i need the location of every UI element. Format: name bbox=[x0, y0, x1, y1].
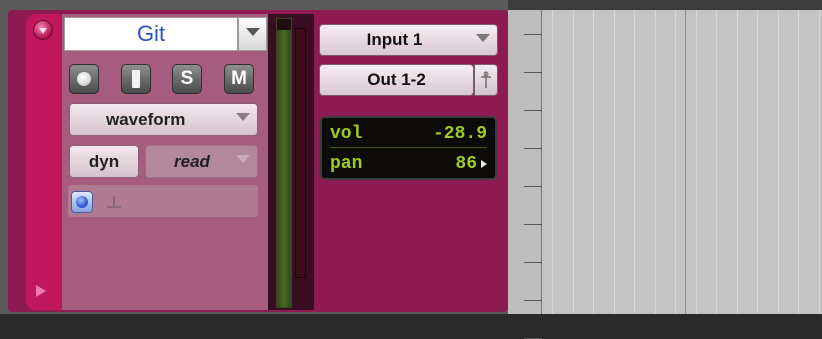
output-selector[interactable]: Out 1-2 bbox=[319, 64, 474, 96]
grid-line bbox=[552, 10, 553, 315]
ruler-tick bbox=[524, 148, 542, 149]
timeline-ruler bbox=[508, 10, 542, 339]
track-playlist-area[interactable] bbox=[542, 10, 822, 315]
solo-button[interactable]: S bbox=[172, 64, 202, 94]
level-meter-right bbox=[295, 28, 306, 278]
volume-pan-display[interactable]: vol -28.9 pan 86 bbox=[320, 116, 497, 180]
ruler-tick bbox=[524, 72, 542, 73]
input-monitor-icon bbox=[132, 70, 140, 88]
chevron-down-icon bbox=[236, 155, 250, 163]
pin-icon[interactable] bbox=[104, 193, 124, 213]
grid-line bbox=[737, 10, 738, 315]
chevron-down-icon bbox=[476, 34, 490, 42]
grid-line bbox=[757, 10, 758, 315]
grid-line bbox=[655, 10, 656, 315]
track-color-strip[interactable] bbox=[26, 14, 62, 310]
track-name-field[interactable]: Git bbox=[64, 17, 238, 51]
monitor-area bbox=[68, 185, 258, 217]
level-meter-fill bbox=[277, 30, 291, 307]
collapse-icon[interactable] bbox=[33, 20, 53, 40]
grid-line bbox=[573, 10, 574, 315]
ruler-tick bbox=[524, 186, 542, 187]
record-enable-button[interactable] bbox=[69, 64, 99, 94]
grid-line bbox=[675, 10, 676, 315]
grid-line bbox=[614, 10, 615, 315]
expand-triangle-icon[interactable] bbox=[36, 285, 46, 297]
output-pin-button[interactable] bbox=[474, 64, 498, 96]
pan-row[interactable]: pan 86 bbox=[330, 151, 487, 177]
grid-line-major bbox=[685, 10, 686, 315]
volume-value: -28.9 bbox=[432, 124, 487, 144]
dyn-button[interactable]: dyn bbox=[69, 145, 139, 178]
mute-button[interactable]: M bbox=[224, 64, 254, 94]
input-monitor-icon bbox=[76, 196, 88, 208]
input-monitor-button[interactable] bbox=[121, 64, 151, 94]
volume-label: vol bbox=[330, 124, 363, 144]
ruler-tick bbox=[524, 224, 542, 225]
track-row: Git S M waveform dyn read Input 1 Out 1-… bbox=[0, 0, 822, 339]
pan-value: 86 bbox=[455, 154, 477, 174]
record-enable-icon bbox=[77, 72, 91, 86]
pin-icon bbox=[481, 71, 491, 88]
timeline-top-border bbox=[508, 0, 822, 10]
grid-line bbox=[716, 10, 717, 315]
grid-line bbox=[696, 10, 697, 315]
grid-line bbox=[819, 10, 820, 315]
grid-line bbox=[593, 10, 594, 315]
ruler-tick bbox=[524, 300, 542, 301]
grid-line bbox=[798, 10, 799, 315]
volume-row[interactable]: vol -28.9 bbox=[330, 121, 487, 148]
ruler-tick bbox=[524, 34, 542, 35]
grid-line bbox=[778, 10, 779, 315]
track-bottom-border bbox=[0, 314, 822, 320]
grid-line bbox=[634, 10, 635, 315]
input-selector[interactable]: Input 1 bbox=[319, 24, 498, 56]
pan-label: pan bbox=[330, 154, 363, 174]
pan-arrow-icon bbox=[481, 160, 487, 168]
track-view-selector[interactable]: waveform bbox=[69, 103, 258, 136]
track-menu-dropdown[interactable] bbox=[238, 17, 267, 51]
ruler-tick bbox=[524, 110, 542, 111]
chevron-down-icon bbox=[236, 113, 250, 121]
ruler-tick bbox=[524, 262, 542, 263]
